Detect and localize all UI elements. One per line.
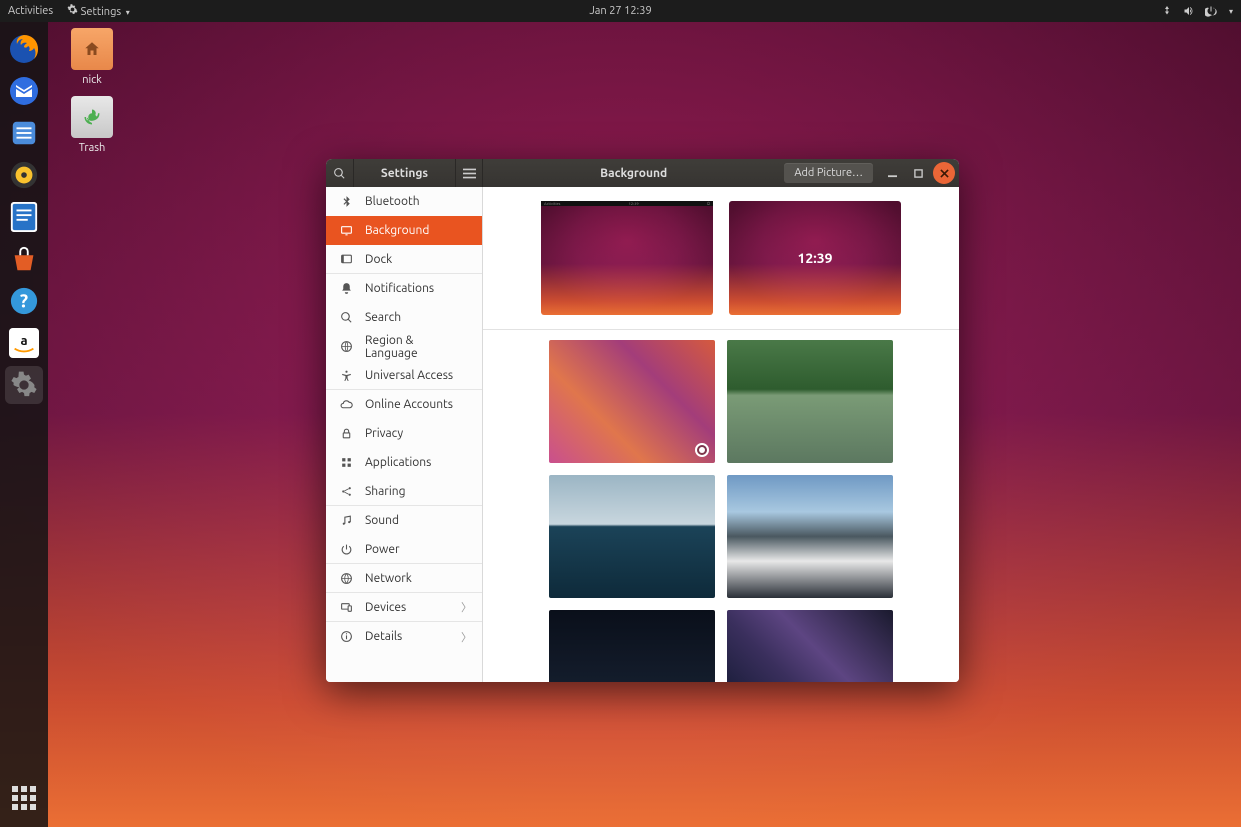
search-button[interactable] <box>326 159 354 187</box>
wallpaper-option[interactable] <box>549 610 715 682</box>
settings-content: Activities12:39⏻ 12:39 <box>483 187 959 682</box>
sidebar-item-sharing[interactable]: Sharing <box>326 477 482 506</box>
lockscreen-preview[interactable]: 12:39 <box>729 201 901 315</box>
add-picture-button[interactable]: Add Picture… <box>784 163 873 183</box>
top-bar: Activities Settings ▾ Jan 27 12:39 ▾ <box>0 0 1241 22</box>
network-icon <box>340 572 353 585</box>
dock-icon <box>340 253 353 266</box>
settings-window: Settings Background Add Picture… Bluetoo… <box>326 159 959 682</box>
gear-icon <box>67 4 78 15</box>
dock: ? a <box>0 22 48 827</box>
settings-sidebar: Bluetooth Background Dock Notifications … <box>326 187 483 682</box>
network-icon <box>1161 5 1173 17</box>
power-icon <box>340 543 353 556</box>
apps-icon <box>340 456 353 469</box>
devices-icon <box>340 601 353 614</box>
music-icon <box>340 514 353 527</box>
search-icon <box>333 167 346 180</box>
menu-button[interactable] <box>455 159 483 187</box>
chevron-down-icon: ▾ <box>126 8 130 17</box>
titlebar: Settings Background Add Picture… <box>326 159 959 187</box>
accessibility-icon <box>340 369 353 382</box>
wallpaper-option[interactable] <box>727 340 893 463</box>
activities-button[interactable]: Activities <box>8 5 53 17</box>
dock-firefox[interactable] <box>5 30 43 68</box>
dock-thunderbird[interactable] <box>5 72 43 110</box>
bell-icon <box>340 282 353 295</box>
lock-icon <box>340 427 353 440</box>
content-title: Background <box>483 167 784 180</box>
maximize-button[interactable] <box>907 162 929 184</box>
hamburger-icon <box>463 168 476 179</box>
sidebar-item-background[interactable]: Background <box>326 216 482 245</box>
share-icon <box>340 485 353 498</box>
background-icon <box>340 224 353 237</box>
sidebar-item-power[interactable]: Power <box>326 535 482 564</box>
search-icon <box>340 311 353 324</box>
sidebar-item-bluetooth[interactable]: Bluetooth <box>326 187 482 216</box>
sidebar-item-privacy[interactable]: Privacy <box>326 419 482 448</box>
selected-indicator-icon <box>695 443 709 457</box>
wallpaper-option[interactable] <box>727 475 893 598</box>
wallpaper-option[interactable] <box>549 340 715 463</box>
wallpaper-option[interactable] <box>549 475 715 598</box>
volume-icon <box>1183 5 1195 17</box>
cloud-icon <box>340 398 353 411</box>
desktop-preview[interactable]: Activities12:39⏻ <box>541 201 713 315</box>
info-icon <box>340 630 353 643</box>
close-button[interactable] <box>933 162 955 184</box>
dock-settings[interactable] <box>5 366 43 404</box>
dock-rhythmbox[interactable] <box>5 156 43 194</box>
power-icon <box>1205 5 1217 17</box>
svg-text:?: ? <box>20 291 28 312</box>
sidebar-item-sound[interactable]: Sound <box>326 506 482 535</box>
dock-software[interactable] <box>5 240 43 278</box>
minimize-button[interactable] <box>881 162 903 184</box>
dock-help[interactable]: ? <box>5 282 43 320</box>
dock-amazon[interactable]: a <box>5 324 43 362</box>
show-applications-button[interactable] <box>5 779 43 817</box>
bluetooth-icon <box>340 195 353 208</box>
sidebar-item-details[interactable]: Details〉 <box>326 622 482 651</box>
sidebar-item-devices[interactable]: Devices〉 <box>326 593 482 622</box>
sidebar-item-network[interactable]: Network <box>326 564 482 593</box>
chevron-right-icon: 〉 <box>461 629 472 645</box>
chevron-down-icon: ▾ <box>1229 7 1233 16</box>
trash-icon <box>71 96 113 138</box>
globe-icon <box>340 340 353 353</box>
app-menu[interactable]: Settings ▾ <box>67 4 130 18</box>
chevron-right-icon: 〉 <box>461 599 472 615</box>
sidebar-item-region[interactable]: Region & Language <box>326 332 482 361</box>
dock-files[interactable] <box>5 114 43 152</box>
sidebar-item-notifications[interactable]: Notifications <box>326 274 482 303</box>
clock[interactable]: Jan 27 12:39 <box>589 5 651 17</box>
sidebar-item-applications[interactable]: Applications <box>326 448 482 477</box>
sidebar-item-universal[interactable]: Universal Access <box>326 361 482 390</box>
desktop-icon-home[interactable]: nick <box>60 28 124 86</box>
sidebar-item-search[interactable]: Search <box>326 303 482 332</box>
sidebar-item-accounts[interactable]: Online Accounts <box>326 390 482 419</box>
sidebar-item-dock[interactable]: Dock <box>326 245 482 274</box>
sidebar-title: Settings <box>354 167 455 180</box>
desktop: Activities Settings ▾ Jan 27 12:39 ▾ nic… <box>0 0 1241 827</box>
dock-libreoffice[interactable] <box>5 198 43 236</box>
folder-icon <box>71 28 113 70</box>
desktop-icon-trash[interactable]: Trash <box>60 96 124 154</box>
wallpaper-option[interactable] <box>727 610 893 682</box>
svg-text:a: a <box>20 334 27 348</box>
system-menu[interactable]: ▾ <box>1161 5 1233 17</box>
